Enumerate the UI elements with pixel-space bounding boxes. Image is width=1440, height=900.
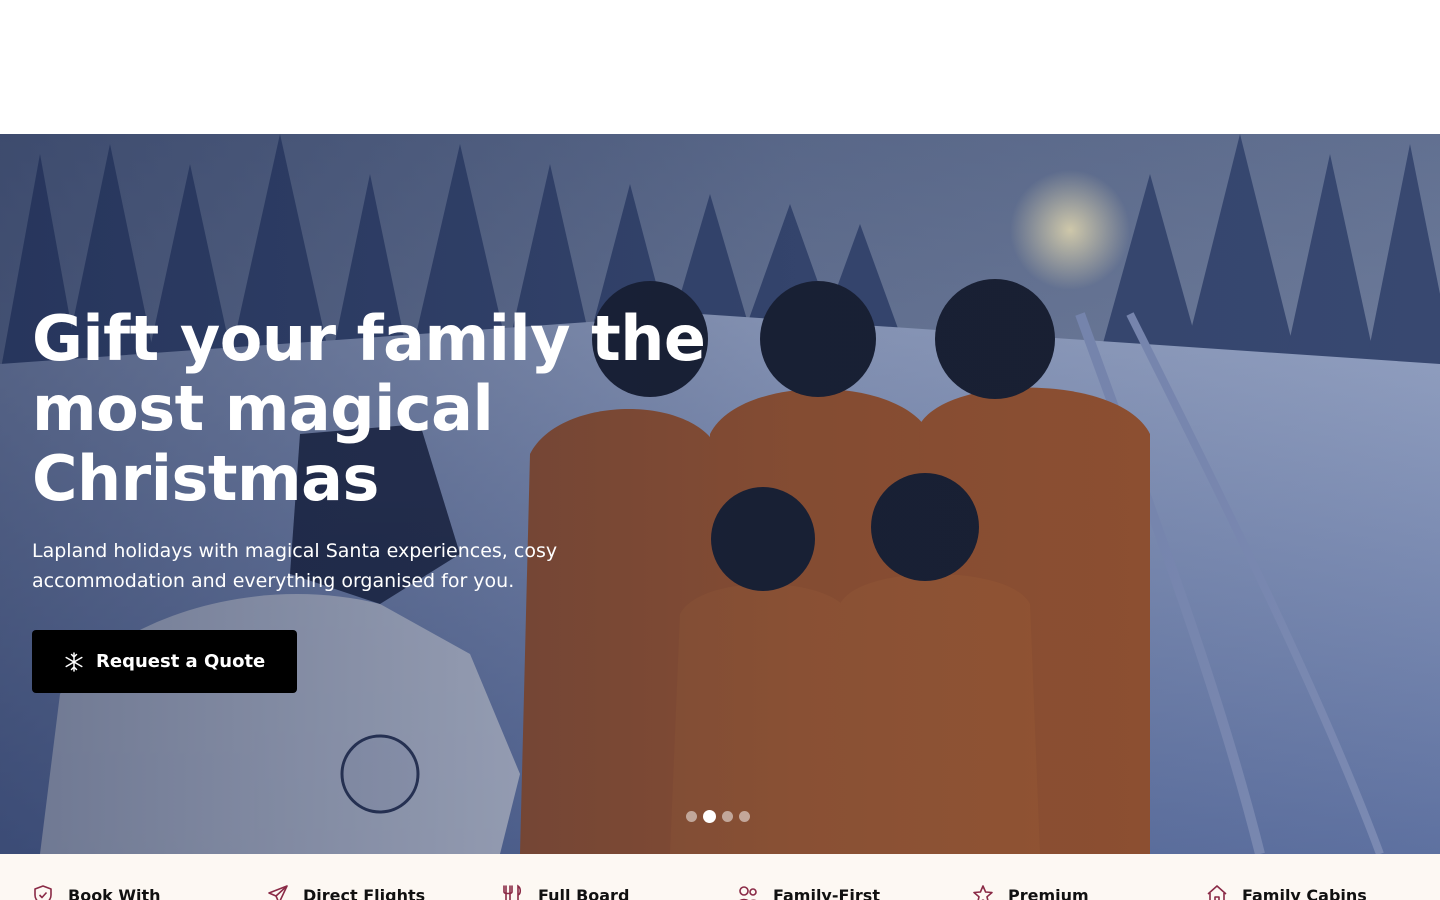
carousel-dot[interactable] xyxy=(686,811,697,822)
hero-title-line: most magical xyxy=(32,372,494,445)
star-icon xyxy=(973,885,993,900)
feature-family-cabins: Family Cabins xyxy=(1206,884,1367,900)
feature-label: Family-First xyxy=(773,885,880,900)
utensils-icon xyxy=(503,884,522,900)
feature-full-board: Full Board xyxy=(502,884,629,900)
hero-subtitle-line: Lapland holidays with magical Santa expe… xyxy=(32,540,558,562)
feature-label: Full Board xyxy=(538,885,630,900)
carousel-dot[interactable] xyxy=(722,811,733,822)
hero-title: Gift your family the most magical Christ… xyxy=(32,304,752,514)
snowflake-icon xyxy=(65,651,83,672)
request-quote-button[interactable]: Request a Quote xyxy=(32,630,298,693)
feature-label: Direct Flights xyxy=(303,885,426,900)
plane-icon xyxy=(268,885,288,900)
site-header xyxy=(0,0,1440,134)
feature-label: Family Cabins xyxy=(1242,885,1367,900)
feature-direct-flights: Direct Flights xyxy=(267,884,425,900)
home-icon xyxy=(1207,885,1227,900)
hero-section: Gift your family the most magical Christ… xyxy=(0,134,1440,854)
hero-subtitle: Lapland holidays with magical Santa expe… xyxy=(32,536,592,596)
hero-content: Gift your family the most magical Christ… xyxy=(32,304,752,693)
carousel-dot-active[interactable] xyxy=(703,810,716,823)
feature-premium: Premium xyxy=(972,884,1089,900)
feature-label: Premium xyxy=(1008,885,1089,900)
hero-title-line: Christmas xyxy=(32,442,379,515)
carousel-dot[interactable] xyxy=(739,811,750,822)
carousel-dots xyxy=(686,810,750,823)
features-bar: Book With Direct Flights Full Board Fami… xyxy=(0,854,1440,900)
shield-icon xyxy=(34,885,52,900)
hero-subtitle-line: accommodation and everything organised f… xyxy=(32,570,515,592)
feature-label: Book With xyxy=(68,885,161,900)
family-icon xyxy=(739,886,757,900)
feature-book-with: Book With xyxy=(32,884,161,900)
feature-family-first: Family-First xyxy=(737,884,880,900)
hero-title-line: Gift your family the xyxy=(32,302,706,375)
request-quote-label: Request a Quote xyxy=(96,651,266,672)
